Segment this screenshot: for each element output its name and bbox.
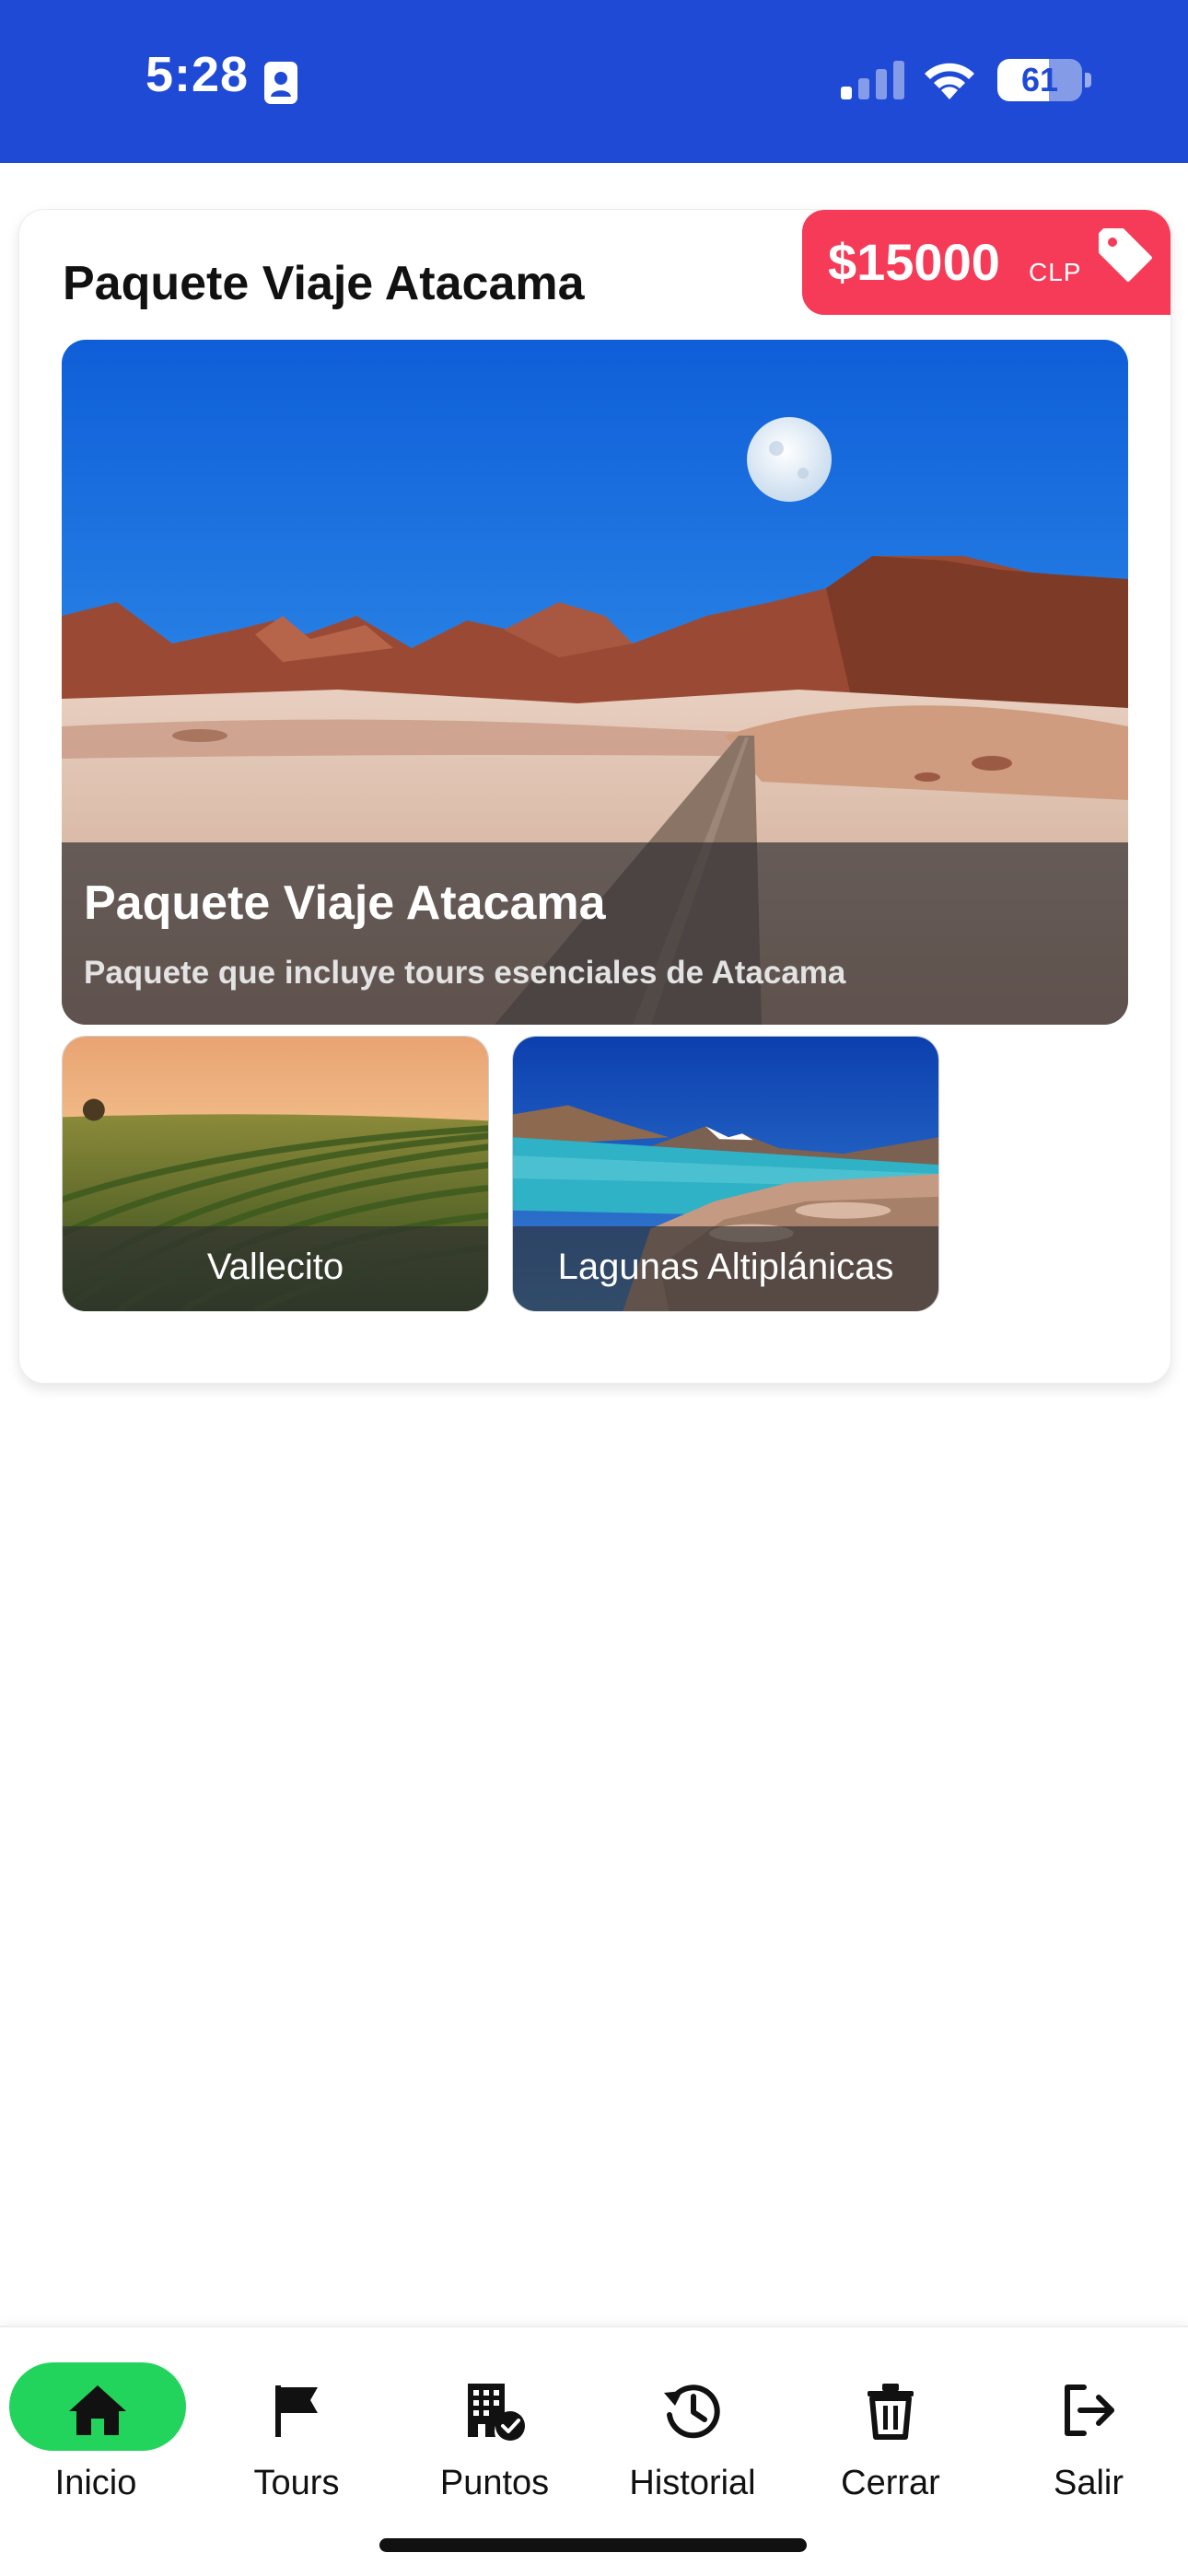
package-hero-image[interactable]: Paquete Viaje Atacama Paquete que incluy… [62,340,1128,1025]
tour-card-lagunas-altiplanicas[interactable]: Lagunas Altiplánicas [512,1036,939,1312]
nav-item-historial[interactable]: Historial [594,2327,791,2512]
cellular-signal-icon [841,61,904,99]
nav-item-puntos[interactable]: Puntos [396,2327,593,2512]
tour-caption: Vallecito [63,1226,488,1311]
price-currency: CLP [1029,258,1082,286]
contact-card-icon [264,62,297,104]
home-icon [69,2385,126,2435]
price-amount: $15000 [828,233,1000,291]
flag-icon [275,2385,318,2437]
nav-item-tours[interactable]: Tours [198,2327,395,2512]
hero-title: Paquete Viaje Atacama [84,876,606,930]
hero-subtitle: Paquete que incluye tours esenciales de … [84,955,846,991]
nav-label-puntos: Puntos [439,2464,550,2502]
nav-label-salir: Salir [1053,2464,1124,2502]
nav-label-tours: Tours [253,2464,340,2502]
wifi-icon [925,63,974,99]
tour-label: Vallecito [206,1247,344,1287]
nav-item-inicio[interactable]: Inicio [9,2327,206,2512]
building-check-icon [468,2384,525,2441]
tour-card-vallecito[interactable]: Vallecito [62,1036,489,1312]
battery-icon: 61 [997,59,1082,101]
trash-icon [868,2384,914,2440]
price-badge: $15000 CLP [802,210,1171,315]
status-time: 5:28 [146,47,250,102]
package-title: Paquete Viaje Atacama [63,257,585,310]
price-tag-icon [1099,228,1152,282]
tour-caption: Lagunas Altiplánicas [513,1226,938,1311]
nav-label-inicio: Inicio [54,2464,137,2502]
history-icon [664,2385,720,2439]
hero-caption: Paquete Viaje Atacama Paquete que incluy… [62,842,1128,1025]
package-card[interactable]: Paquete Viaje Atacama $15000 CLP Paquete… [18,209,1171,1384]
nav-label-historial: Historial [629,2464,756,2502]
nav-item-salir[interactable]: Salir [990,2327,1187,2512]
logout-icon [1065,2385,1114,2436]
home-indicator[interactable] [379,2538,807,2552]
tour-label: Lagunas Altiplánicas [557,1247,894,1287]
nav-item-cerrar[interactable]: Cerrar [792,2327,989,2512]
battery-level: 61 [1020,61,1059,99]
nav-label-cerrar: Cerrar [841,2464,940,2502]
battery-tip [1085,73,1091,87]
status-bar: 5:28 61 [0,0,1188,163]
